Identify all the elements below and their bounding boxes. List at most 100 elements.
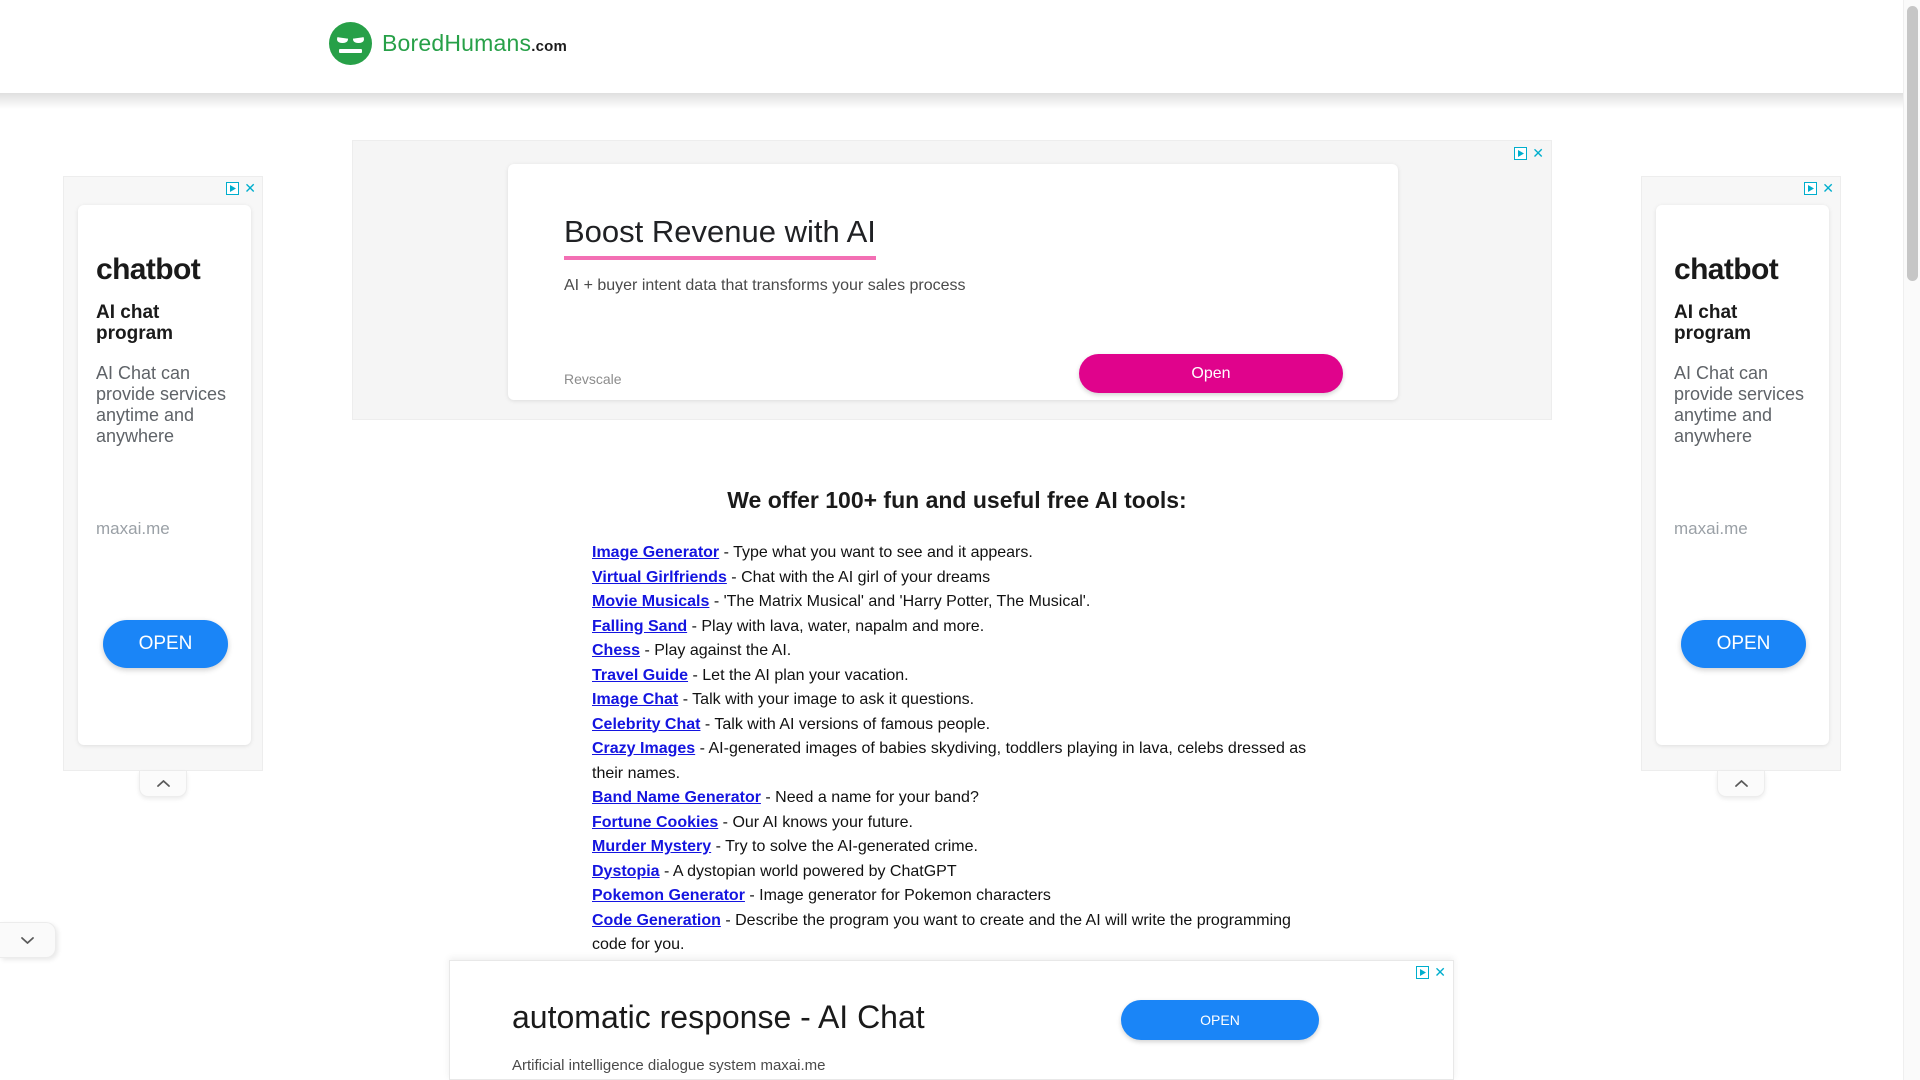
tool-link[interactable]: Image Generator: [592, 544, 719, 561]
top-ad-open-button[interactable]: Open: [1079, 354, 1343, 393]
left-ad-subheading: AI chat program: [96, 302, 174, 344]
adchoices-triangle-icon[interactable]: [1514, 147, 1528, 160]
left-ad-body: AI Chat can provide services anytime and…: [96, 363, 227, 447]
tool-description: - AI-generated images of babies skydivin…: [592, 740, 1307, 782]
header-divider-shadow: [0, 93, 1903, 109]
logo-suffix: .com: [531, 38, 568, 55]
tool-link[interactable]: Virtual Girlfriends: [592, 569, 727, 586]
tool-list-item: Chess - Play against the AI.: [592, 639, 1322, 664]
tool-list-item: Pokemon Generator - Image generator for …: [592, 884, 1322, 909]
tool-description: - Image generator for Pokemon characters: [744, 887, 1051, 904]
bottom-ad-title[interactable]: automatic response - AI Chat: [512, 999, 925, 1036]
left-ad-collapse-button[interactable]: [139, 771, 187, 797]
tool-list-item: Virtual Girlfriends - Chat with the AI g…: [592, 566, 1322, 591]
adchoices-controls-left[interactable]: ✕: [226, 181, 256, 195]
tool-list-item: Image Chat - Talk with your image to ask…: [592, 688, 1322, 713]
tool-description: - Try to solve the AI-generated crime.: [711, 838, 978, 855]
tool-link[interactable]: Travel Guide: [592, 667, 688, 684]
tool-link[interactable]: Murder Mystery: [592, 838, 711, 855]
tool-link[interactable]: Chess: [592, 642, 640, 659]
right-ad-open-button[interactable]: OPEN: [1681, 620, 1806, 668]
tool-list-item: Dystopia - A dystopian world powered by …: [592, 860, 1322, 885]
tool-description: - Talk with your image to ask it questio…: [678, 691, 975, 708]
close-x-icon[interactable]: ✕: [244, 181, 256, 195]
chevron-up-icon: [156, 780, 170, 787]
tool-description: - Need a name for your band?: [760, 789, 979, 806]
site-logo[interactable]: BoredHumans.com: [329, 22, 567, 65]
tool-list-item: Travel Guide - Let the AI plan your vaca…: [592, 664, 1322, 689]
tool-link[interactable]: Crazy Images: [592, 740, 695, 757]
tool-link[interactable]: Falling Sand: [592, 618, 687, 635]
tool-link[interactable]: Pokemon Generator: [592, 887, 745, 904]
top-ad-title[interactable]: Boost Revenue with AI: [564, 214, 876, 260]
site-header: BoredHumans.com: [0, 0, 1903, 93]
left-sidebar-ad[interactable]: ✕ chatbot AI chat program AI Chat can pr…: [63, 176, 263, 771]
chevron-up-icon: [1734, 780, 1748, 787]
bottom-anchor-ad[interactable]: ✕ automatic response - AI Chat Artificia…: [449, 960, 1454, 1080]
tool-description: - A dystopian world powered by ChatGPT: [659, 862, 957, 880]
tool-link[interactable]: Celebrity Chat: [592, 716, 700, 733]
tool-description: - Play with lava, water, napalm and more…: [687, 617, 985, 635]
tool-list-item: Band Name Generator - Need a name for yo…: [592, 786, 1322, 811]
top-ad-subtitle: AI + buyer intent data that transforms y…: [564, 277, 966, 294]
tool-list-item: Falling Sand - Play with lava, water, na…: [592, 615, 1322, 640]
bottom-ad-open-button[interactable]: OPEN: [1121, 1000, 1319, 1040]
bored-face-icon: [329, 22, 372, 65]
tool-link[interactable]: Code Generation: [592, 912, 721, 929]
left-ad-heading: chatbot: [96, 253, 201, 286]
close-x-icon[interactable]: ✕: [1822, 181, 1834, 195]
right-ad-body: AI Chat can provide services anytime and…: [1674, 363, 1805, 447]
tool-description: - Our AI knows your future.: [718, 813, 913, 831]
right-ad-subheading: AI chat program: [1674, 302, 1752, 344]
adchoices-controls-right[interactable]: ✕: [1804, 181, 1834, 195]
adchoices-controls-top[interactable]: ✕: [1514, 146, 1544, 160]
page-collapse-button[interactable]: [0, 922, 56, 958]
main-content: We offer 100+ fun and useful free AI too…: [592, 487, 1322, 958]
left-ad-url: maxai.me: [96, 519, 170, 538]
tool-description: - Play against the AI.: [640, 642, 792, 659]
right-ad-card[interactable]: chatbot AI chat program AI Chat can prov…: [1656, 205, 1829, 745]
top-ad-card[interactable]: Boost Revenue with AI AI + buyer intent …: [508, 164, 1398, 400]
page-root: BoredHumans.com ✕ Boost Revenue with AI …: [0, 0, 1920, 1080]
tool-link[interactable]: Band Name Generator: [592, 789, 761, 806]
right-ad-collapse-button[interactable]: [1717, 771, 1765, 797]
bottom-ad-subtitle: Artificial intelligence dialogue system …: [512, 1057, 826, 1074]
chevron-down-icon: [21, 936, 34, 944]
right-ad-url: maxai.me: [1674, 519, 1748, 538]
vertical-scrollbar[interactable]: [1903, 0, 1920, 1080]
top-banner-ad[interactable]: ✕ Boost Revenue with AI AI + buyer inten…: [352, 140, 1552, 420]
tool-link[interactable]: Image Chat: [592, 691, 678, 708]
logo-word-humans: Humans: [444, 30, 532, 56]
page-title: We offer 100+ fun and useful free AI too…: [727, 487, 1187, 513]
tool-description: - 'The Matrix Musical' and 'Harry Potter…: [709, 593, 1091, 610]
adchoices-triangle-icon[interactable]: [1804, 182, 1818, 195]
tool-description: - Talk with AI versions of famous people…: [700, 715, 991, 733]
tool-list-item: Crazy Images - AI-generated images of ba…: [592, 737, 1322, 786]
close-x-icon[interactable]: ✕: [1532, 146, 1544, 160]
adchoices-controls-bottom[interactable]: ✕: [1416, 965, 1446, 979]
tool-list-item: Fortune Cookies - Our AI knows your futu…: [592, 811, 1322, 836]
tool-link[interactable]: Fortune Cookies: [592, 814, 718, 831]
tool-description: - Type what you want to see and it appea…: [719, 544, 1033, 561]
tool-description: - Chat with the AI girl of your dreams: [726, 568, 991, 586]
right-sidebar-ad[interactable]: ✕ chatbot AI chat program AI Chat can pr…: [1641, 176, 1841, 771]
logo-mouth: [339, 49, 362, 53]
tool-list: Image Generator - Type what you want to …: [592, 541, 1322, 958]
tool-list-item: Celebrity Chat - Talk with AI versions o…: [592, 713, 1322, 738]
top-ad-brand: Revscale: [564, 371, 622, 387]
adchoices-triangle-icon[interactable]: [1416, 966, 1430, 979]
scrollbar-thumb[interactable]: [1907, 6, 1918, 281]
left-ad-card[interactable]: chatbot AI chat program AI Chat can prov…: [78, 205, 251, 745]
tool-list-item: Murder Mystery - Try to solve the AI-gen…: [592, 835, 1322, 860]
close-x-icon[interactable]: ✕: [1434, 965, 1446, 979]
adchoices-triangle-icon[interactable]: [226, 182, 240, 195]
left-ad-open-button[interactable]: OPEN: [103, 620, 228, 668]
tool-description: - Let the AI plan your vacation.: [688, 666, 909, 684]
logo-word-bored: Bored: [382, 30, 445, 56]
right-ad-heading: chatbot: [1674, 253, 1779, 286]
tool-list-item: Image Generator - Type what you want to …: [592, 541, 1322, 566]
tool-link[interactable]: Dystopia: [592, 863, 660, 880]
site-logo-text: BoredHumans.com: [382, 30, 567, 57]
tool-link[interactable]: Movie Musicals: [592, 593, 709, 610]
tool-list-item: Movie Musicals - 'The Matrix Musical' an…: [592, 590, 1322, 615]
